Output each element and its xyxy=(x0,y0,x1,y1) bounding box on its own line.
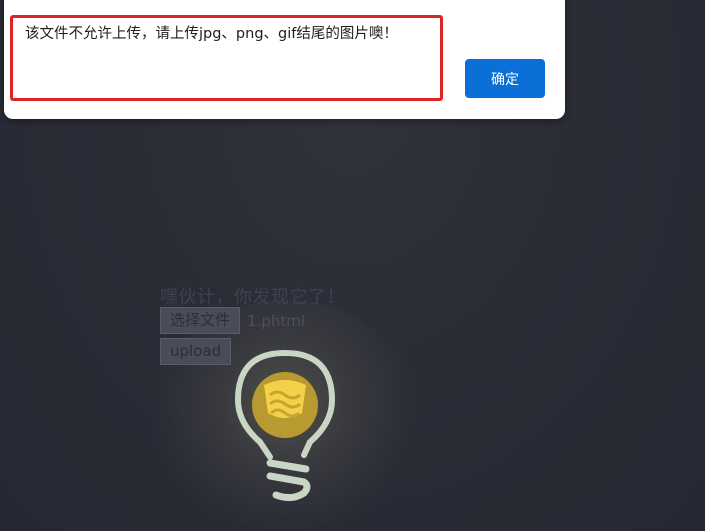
choose-file-button[interactable]: 选择文件 xyxy=(160,307,241,334)
ok-button[interactable]: 确定 xyxy=(465,59,545,98)
bulb-base-ring-2 xyxy=(266,472,311,502)
bulb-base-ring-1 xyxy=(266,459,310,473)
selected-file-name: 1.phtml xyxy=(247,311,306,330)
lightbulb-icon xyxy=(234,349,336,502)
file-input-row: 选择文件 1.phtml xyxy=(160,307,305,334)
page-heading: 嘿伙计，你发现它了！ xyxy=(160,287,345,308)
bulb-outline-left xyxy=(257,439,273,460)
red-highlight-box xyxy=(10,15,443,101)
alert-dialog: 提示 该文件不允许上传，请上传jpg、png、gif结尾的图片噢！ 确定 xyxy=(4,0,565,119)
upload-button[interactable]: upload xyxy=(160,338,232,365)
